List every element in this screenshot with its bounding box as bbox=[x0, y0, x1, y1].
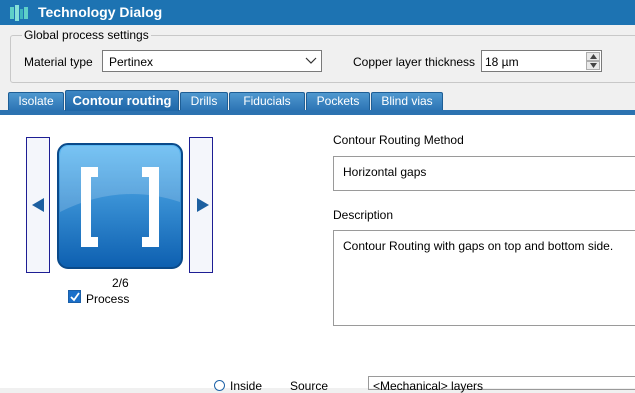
copper-thickness-input[interactable]: 18 µm bbox=[481, 50, 602, 72]
source-label: Source bbox=[290, 379, 329, 393]
window-title: Technology Dialog bbox=[38, 4, 163, 20]
arrow-right-icon bbox=[197, 198, 209, 212]
method-label: Contour Routing Method bbox=[333, 133, 464, 147]
description-field: Contour Routing with gaps on top and bot… bbox=[333, 230, 635, 326]
checkmark-icon bbox=[70, 292, 80, 302]
description-value: Contour Routing with gaps on top and bot… bbox=[343, 239, 614, 253]
app-logo-icon bbox=[10, 5, 28, 21]
contour-routing-mode-icon bbox=[57, 143, 183, 269]
tab-blind-vias[interactable]: Blind vias bbox=[371, 92, 443, 110]
spin-down-button[interactable] bbox=[586, 61, 600, 70]
triangle-up-icon bbox=[590, 54, 597, 59]
spin-up-button[interactable] bbox=[586, 52, 600, 61]
description-label: Description bbox=[333, 208, 394, 222]
mode-counter: 2/6 bbox=[112, 276, 129, 290]
arrow-left-icon bbox=[32, 198, 44, 212]
previous-mode-button[interactable] bbox=[26, 137, 50, 273]
tab-pockets[interactable]: Pockets bbox=[306, 92, 370, 110]
inside-radio[interactable] bbox=[214, 380, 225, 391]
global-settings-label: Global process settings bbox=[22, 28, 151, 42]
next-mode-button[interactable] bbox=[189, 137, 213, 273]
process-label: Process bbox=[86, 292, 130, 306]
title-bar: Technology Dialog bbox=[0, 0, 635, 25]
method-value: Horizontal gaps bbox=[343, 165, 427, 179]
inside-label: Inside bbox=[230, 379, 263, 393]
tab-drills[interactable]: Drills bbox=[180, 92, 228, 110]
material-type-value: Pertinex bbox=[109, 55, 154, 69]
process-checkbox[interactable] bbox=[68, 290, 81, 303]
material-type-select[interactable]: Pertinex bbox=[102, 50, 322, 72]
tab-contour-routing[interactable]: Contour routing bbox=[65, 90, 179, 111]
triangle-down-icon bbox=[590, 63, 597, 68]
tab-fiducials[interactable]: Fiducials bbox=[229, 92, 305, 110]
method-field[interactable]: Horizontal gaps bbox=[333, 156, 635, 191]
copper-thickness-label: Copper layer thickness bbox=[353, 55, 476, 69]
chevron-down-icon bbox=[305, 57, 317, 64]
tab-isolate[interactable]: Isolate bbox=[8, 92, 64, 110]
source-value: <Mechanical> layers bbox=[373, 379, 484, 393]
copper-thickness-value: 18 µm bbox=[485, 55, 519, 69]
material-type-label: Material type bbox=[24, 55, 93, 69]
